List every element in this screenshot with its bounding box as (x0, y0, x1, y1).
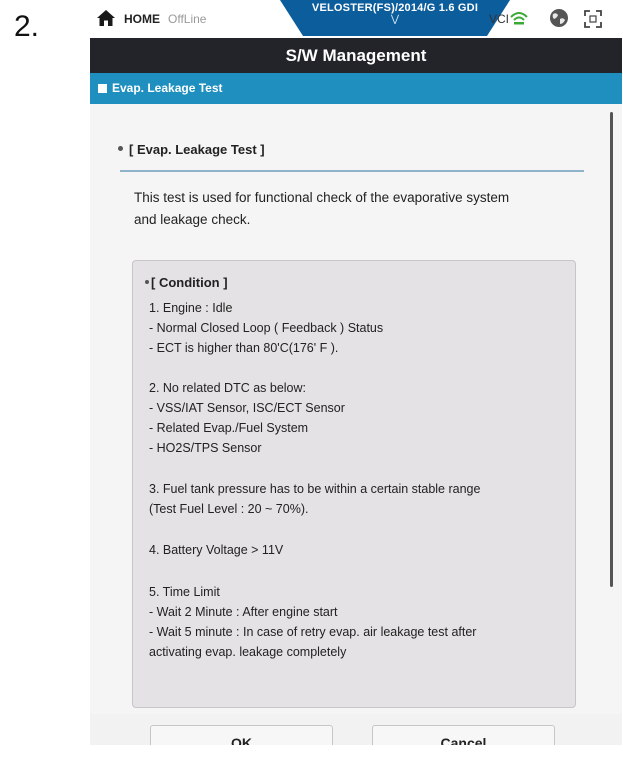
description-line: This test is used for functional check o… (134, 190, 510, 205)
condition-heading: [ Condition ] (145, 275, 228, 290)
condition-line: - Related Evap./Fuel System (149, 421, 309, 435)
bullet-icon (118, 146, 123, 152)
ok-button[interactable]: OK (150, 725, 333, 745)
condition-line: - VSS/IAT Sensor, ISC/ECT Sensor (149, 401, 345, 415)
condition-line: 4. Battery Voltage > 11V (149, 543, 284, 557)
vehicle-tab[interactable]: VELOSTER(FS)/2014/G 1.6 GDI ⋁ (280, 0, 510, 36)
condition-line: 5. Time Limit (149, 585, 220, 599)
home-label[interactable]: HOME (124, 12, 160, 26)
condition-line: - Wait 5 minute : In case of retry evap.… (149, 625, 477, 639)
vehicle-info: VELOSTER(FS)/2014/G 1.6 GDI (311, 2, 479, 14)
fullscreen-icon[interactable] (583, 9, 603, 29)
condition-line: - Wait 2 Minute : After engine start (149, 605, 338, 619)
description-line: and leakage check. (134, 212, 251, 227)
vci-wifi-icon (510, 12, 528, 25)
test-description: This test is used for functional check o… (134, 187, 574, 231)
condition-line: 1. Engine : Idle (149, 301, 233, 315)
step-number: 2. (14, 10, 40, 43)
section-header: Evap. Leakage Test (90, 73, 622, 104)
page-title: S/W Management (90, 38, 622, 73)
condition-box: [ Condition ] 1. Engine : Idle - Normal … (132, 260, 576, 708)
status-bar: HOME OffLine VELOSTER(FS)/2014/G 1.6 GDI… (90, 0, 622, 39)
device-screen: HOME OffLine VELOSTER(FS)/2014/G 1.6 GDI… (90, 0, 622, 745)
bullet-icon (145, 279, 149, 284)
home-icon[interactable] (96, 8, 116, 28)
chevron-down-icon[interactable]: ⋁ (280, 15, 510, 25)
condition-heading-text: [ Condition ] (151, 275, 228, 290)
condition-line: - HO2S/TPS Sensor (149, 441, 262, 455)
square-icon (98, 84, 107, 93)
test-heading: [ Evap. Leakage Test ] (118, 142, 265, 157)
footer-bar: OK Cancel (90, 714, 622, 745)
section-title: Evap. Leakage Test (112, 81, 223, 95)
scrollbar[interactable] (610, 112, 613, 587)
content-panel: [ Evap. Leakage Test ] This test is used… (90, 104, 622, 714)
offline-label: OffLine (168, 12, 207, 26)
condition-line: - Normal Closed Loop ( Feedback ) Status (149, 321, 384, 335)
divider (120, 170, 584, 172)
globe-icon[interactable] (548, 7, 570, 29)
condition-line: activating evap. leakage completely (149, 645, 347, 659)
vci-label: VCI (489, 12, 510, 26)
condition-line: - ECT is higher than 80'C(176' F ). (149, 341, 339, 355)
condition-line: (Test Fuel Level : 20 ~ 70%). (149, 502, 309, 516)
cancel-button[interactable]: Cancel (372, 725, 555, 745)
test-heading-text: [ Evap. Leakage Test ] (129, 142, 265, 157)
condition-line: 2. No related DTC as below: (149, 381, 307, 395)
condition-line: 3. Fuel tank pressure has to be within a… (149, 482, 481, 496)
